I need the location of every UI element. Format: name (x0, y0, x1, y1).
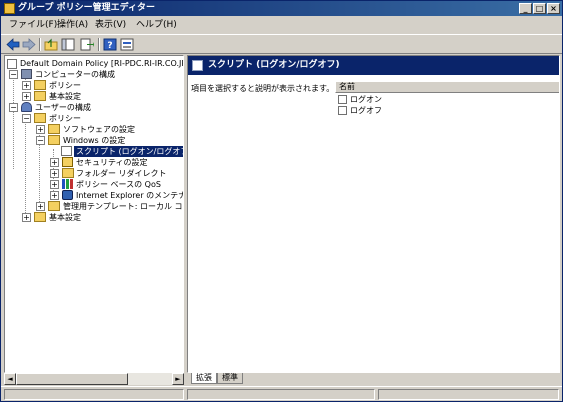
expand-toggle[interactable]: + (50, 191, 59, 200)
collapse-toggle[interactable]: − (9, 103, 18, 112)
folder-icon (48, 201, 60, 211)
up-folder-icon[interactable] (44, 38, 58, 51)
name-column-header[interactable]: 名前 (335, 81, 559, 93)
group-policy-editor-window: グループ ポリシー管理エディター _ □ × ファイル(F) 操作(A) 表示(… (0, 0, 563, 402)
expand-toggle[interactable]: + (22, 213, 31, 222)
tab-standard[interactable]: 標準 (217, 373, 243, 384)
menu-action[interactable]: 操作(A) (57, 19, 88, 31)
status-cell (378, 389, 559, 400)
menu-file[interactable]: ファイル(F) (9, 19, 57, 31)
menu-bar: ファイル(F) 操作(A) 表示(V) ヘルプ(H) (1, 17, 562, 33)
status-bar (1, 386, 562, 401)
folder-icon (48, 124, 60, 134)
folder-icon (34, 80, 46, 90)
menu-help[interactable]: ヘルプ(H) (136, 19, 177, 31)
show-hide-tree-icon[interactable] (61, 38, 75, 51)
expand-toggle[interactable]: + (22, 92, 31, 101)
script-icon (61, 146, 72, 156)
computer-icon (21, 69, 32, 79)
expand-toggle[interactable]: + (36, 125, 45, 134)
title-bar[interactable]: グループ ポリシー管理エディター _ □ × (1, 1, 562, 16)
qos-chart-icon (62, 179, 73, 189)
toolbar-separator (98, 38, 100, 51)
description-text: 項目を選択すると説明が表示されます。 (191, 84, 335, 93)
back-arrow-icon[interactable] (6, 38, 20, 51)
internet-explorer-icon (62, 190, 73, 200)
script-icon (338, 106, 347, 115)
folder-open-icon (34, 113, 46, 123)
details-title: スクリプト (ログオン/ログオフ) (208, 60, 340, 70)
details-pane: スクリプト (ログオン/ログオフ) 項目を選択すると説明が表示されます。 名前 … (187, 55, 560, 373)
folder-icon (34, 91, 46, 101)
tree-horizontal-scrollbar[interactable]: ◄ ► (4, 373, 184, 385)
window-title: グループ ポリシー管理エディター (18, 3, 155, 13)
expand-toggle[interactable]: + (50, 158, 59, 167)
folder-open-icon (48, 135, 60, 145)
scroll-thumb[interactable] (16, 373, 128, 385)
folder-icon (34, 212, 46, 222)
toolbar: ? (1, 34, 562, 54)
minimize-button[interactable]: _ (519, 3, 532, 14)
help-icon[interactable]: ? (103, 38, 117, 51)
status-cell (187, 389, 375, 400)
svg-text:?: ? (107, 41, 112, 51)
close-button[interactable]: × (547, 3, 560, 14)
menu-view[interactable]: 表示(V) (95, 19, 126, 31)
tab-extended[interactable]: 拡張 (191, 373, 217, 384)
export-list-icon[interactable] (80, 38, 94, 51)
toolbar-separator (39, 38, 41, 51)
expand-toggle[interactable]: + (50, 180, 59, 189)
security-lock-icon (62, 157, 73, 167)
status-cell (4, 389, 184, 400)
folder-icon (62, 168, 74, 178)
collapse-toggle[interactable]: − (9, 70, 18, 79)
details-header: スクリプト (ログオン/ログオフ) (188, 56, 559, 75)
expand-toggle[interactable]: + (50, 169, 59, 178)
policy-document-icon (7, 59, 17, 69)
maximize-button[interactable]: □ (533, 3, 546, 14)
user-icon (21, 102, 32, 112)
expand-toggle[interactable]: + (36, 202, 45, 211)
collapse-toggle[interactable]: − (36, 136, 45, 145)
scroll-right-icon[interactable]: ► (172, 373, 184, 385)
forward-arrow-icon[interactable] (22, 38, 36, 51)
scroll-left-icon[interactable]: ◄ (4, 373, 16, 385)
app-icon (4, 3, 15, 14)
script-icon (338, 95, 347, 104)
tree-pane[interactable]: Default Domain Policy [RI-PDC.RI-IR.CO.J… (4, 55, 184, 373)
properties-icon[interactable] (120, 38, 134, 51)
view-tabs: 拡張 標準 (187, 373, 560, 385)
expand-toggle[interactable]: + (22, 81, 31, 90)
collapse-toggle[interactable]: − (22, 114, 31, 123)
script-icon (192, 60, 203, 71)
